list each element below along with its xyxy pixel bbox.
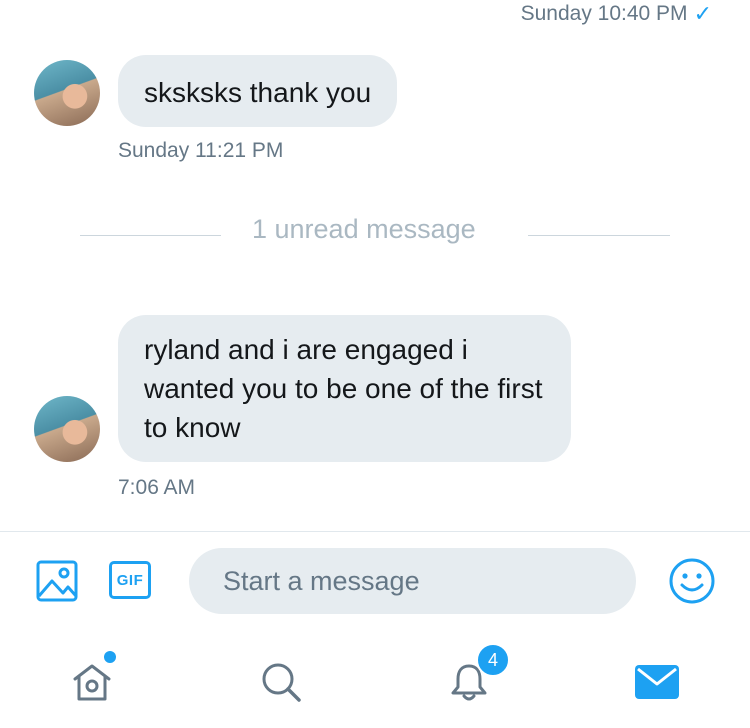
gif-icon: GIF (109, 561, 151, 599)
message-timestamp: Sunday 11:21 PM (118, 139, 284, 162)
mail-icon (635, 665, 679, 699)
home-notification-dot (104, 651, 116, 663)
divider-line-right (528, 235, 670, 236)
notification-badge: 4 (476, 643, 510, 677)
avatar[interactable] (34, 396, 100, 462)
tab-home[interactable] (70, 660, 114, 704)
unread-divider-label: 1 unread message (252, 214, 476, 244)
message-bubble[interactable]: ryland and i are engaged i wanted you to… (118, 315, 571, 462)
message-bubble[interactable]: sksksks thank you (118, 55, 398, 127)
read-check-icon: ✓ (693, 1, 712, 26)
search-icon (262, 663, 301, 702)
avatar[interactable] (34, 60, 100, 126)
sent-message-status: Sunday 10:40 PM ✓ (521, 2, 712, 26)
tab-messages[interactable] (634, 660, 680, 704)
message-input-placeholder: Start a message (223, 565, 420, 596)
smiley-icon[interactable] (668, 557, 716, 605)
composer-divider (0, 531, 750, 532)
message-timestamp: 7:06 AM (118, 476, 196, 499)
image-icon[interactable] (34, 558, 80, 604)
message-text: ryland and i are engaged i wanted you to… (144, 334, 543, 443)
sent-timestamp: Sunday 10:40 PM (520, 2, 688, 25)
divider-line-left (80, 235, 221, 236)
home-icon (73, 664, 111, 701)
tab-search[interactable] (259, 660, 303, 704)
message-text: sksksks thank you (144, 77, 372, 108)
gif-button[interactable]: GIF (109, 561, 151, 599)
message-input[interactable]: Start a message (189, 548, 636, 614)
